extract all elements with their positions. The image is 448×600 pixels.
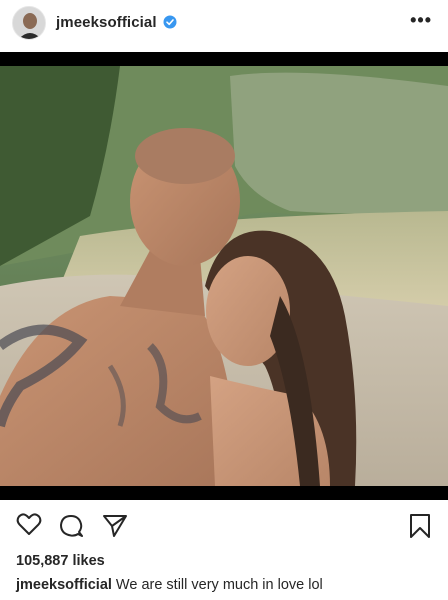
post-header: jmeeksofficial ••• [0, 0, 448, 48]
action-bar [0, 508, 448, 544]
comment-icon[interactable] [58, 513, 84, 539]
caption-text: We are still very much in love lol [115, 577, 323, 593]
likes-count[interactable]: 105,887 likes [16, 553, 105, 569]
more-options-icon[interactable]: ••• [410, 10, 432, 31]
caption: jmeeksofficial We are still very much in … [16, 577, 323, 593]
heart-icon[interactable] [16, 512, 42, 536]
bookmark-icon[interactable] [409, 513, 431, 539]
post-image[interactable] [0, 66, 448, 486]
username[interactable]: jmeeksofficial [56, 14, 157, 31]
post-image-frame [0, 52, 448, 500]
avatar[interactable] [12, 6, 46, 40]
verified-badge-icon [163, 15, 177, 29]
share-icon[interactable] [102, 513, 128, 539]
caption-username[interactable]: jmeeksofficial [16, 577, 112, 593]
